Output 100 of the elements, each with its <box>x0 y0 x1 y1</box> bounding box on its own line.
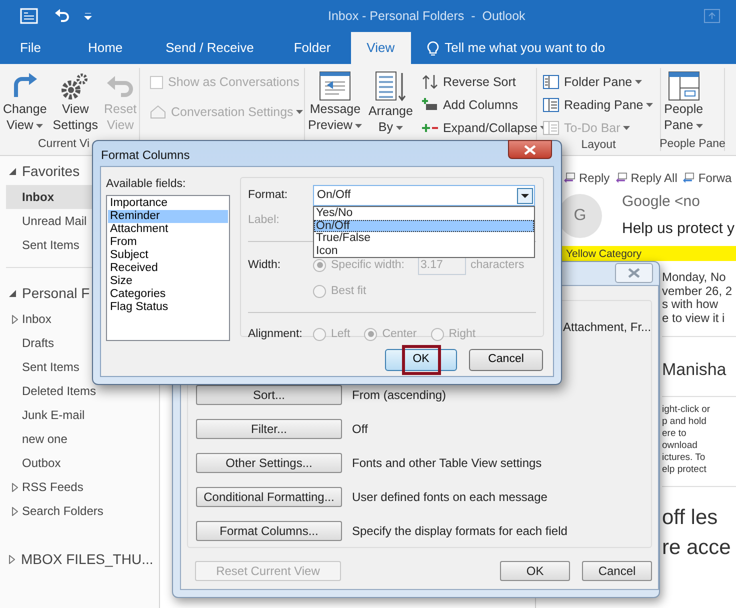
folder-item[interactable]: Outbox <box>22 454 61 472</box>
dropdown-icon[interactable] <box>84 12 92 20</box>
picture-note: p and hold <box>662 416 708 428</box>
setting-value: Fonts and other Table View settings <box>352 455 542 472</box>
list-item[interactable]: Received <box>108 262 228 275</box>
folder-item[interactable]: Search Folders <box>22 502 104 520</box>
picture-note: elp protect <box>662 464 708 476</box>
dropdown-option[interactable]: True/False <box>314 232 534 244</box>
section-heading: Favorites <box>22 162 80 180</box>
collapsed-triangle-icon[interactable] <box>9 554 15 564</box>
plus-minus-icon <box>422 123 438 133</box>
group-label: Layout <box>581 138 616 152</box>
ribbon-button[interactable]: Folder Pane <box>564 72 642 92</box>
ribbon-button[interactable]: Add Columns <box>442 96 518 114</box>
folder-item[interactable]: Drafts <box>22 334 54 352</box>
setting-value: From (ascending) <box>352 387 446 404</box>
dropdown-option[interactable]: On/Off <box>314 220 534 232</box>
dialog-button[interactable]: Cancel <box>469 349 543 371</box>
list-item[interactable]: Flag Status <box>108 301 228 314</box>
list-item[interactable]: Categories <box>108 288 228 301</box>
radio-label: Center <box>382 326 417 342</box>
folder-item[interactable]: Inbox <box>22 310 52 328</box>
settings-button[interactable]: Conditional Formatting... <box>196 487 342 507</box>
close-icon <box>628 268 640 278</box>
folder-item[interactable]: RSS Feeds <box>22 478 84 496</box>
checkbox-label: Show as Conversations <box>168 74 300 91</box>
collapsed-triangle-icon[interactable] <box>12 506 18 516</box>
toolbar-button[interactable]: Reply <box>579 169 610 187</box>
dialog-title: Format Columns <box>101 147 190 164</box>
setting-value: Specify the display formats for each field <box>352 523 568 540</box>
forward-icon <box>683 172 696 184</box>
gears-icon <box>60 71 90 101</box>
group-label: People Pane <box>660 137 726 151</box>
picture-note: ictures. To <box>662 452 706 464</box>
picture-note: ownload <box>662 440 698 452</box>
ribbon-button[interactable]: Message Preview <box>305 68 366 133</box>
close-button[interactable] <box>508 140 552 159</box>
field-label: Format: <box>248 188 289 203</box>
settings-button[interactable]: Format Columns... <box>196 521 342 541</box>
date-text: vember 26, 2 <box>662 284 734 298</box>
folder-item[interactable]: Sent Items <box>22 358 80 376</box>
list-item[interactable]: Subject <box>108 249 228 262</box>
settings-button[interactable]: Filter... <box>196 419 342 439</box>
ribbon-tab[interactable]: Home <box>64 32 146 64</box>
date-text: Monday, No <box>662 271 727 284</box>
toolbar-button[interactable]: Reply All <box>630 169 678 187</box>
ribbon-button[interactable]: Reading Pane <box>564 96 654 114</box>
intro-text: e to view it i <box>662 312 726 325</box>
folder-item[interactable]: new one <box>22 430 68 448</box>
format-dropdown[interactable]: On/Off <box>313 185 535 206</box>
ribbon-tab[interactable]: View <box>350 32 411 64</box>
ribbon-button[interactable]: View Settings <box>50 68 101 133</box>
settings-button[interactable]: Sort... <box>196 385 342 405</box>
ribbon-tab[interactable]: Send / Receive <box>146 32 274 64</box>
setting-value: User defined fonts on each message <box>352 489 548 506</box>
people-pane-icon <box>668 71 700 101</box>
pane-layout-icon <box>543 121 559 135</box>
dropdown-option[interactable]: Icon <box>314 244 534 257</box>
ribbon-button[interactable]: People Pane <box>661 68 706 133</box>
ribbon-button[interactable]: Change View <box>0 68 50 133</box>
ribbon-tab[interactable]: File <box>0 32 65 64</box>
contact-name: Manisha <box>662 359 728 381</box>
picture-note: ight-click or <box>662 404 712 416</box>
collapsed-triangle-icon[interactable] <box>12 314 18 324</box>
list-item[interactable]: Attachment <box>108 223 228 236</box>
setting-value: Off <box>352 421 368 438</box>
dialog-button[interactable]: OK <box>500 561 570 581</box>
section-heading: Personal F <box>22 284 90 302</box>
toolbar-button[interactable]: Forwa <box>698 169 732 187</box>
section-heading: MBOX FILES_THU... <box>21 550 154 569</box>
list-item[interactable]: Size <box>108 275 228 288</box>
folder-item[interactable]: Deleted Items <box>22 382 96 400</box>
list-item[interactable]: From <box>108 236 228 249</box>
message-heading: off les <box>662 504 719 530</box>
app-icon[interactable] <box>20 8 38 24</box>
radio-label: Right <box>448 326 476 342</box>
dropdown-option[interactable]: Yes/No <box>314 207 534 220</box>
picture-note: ere to <box>662 428 688 440</box>
ribbon-button[interactable]: Reverse Sort <box>442 72 516 92</box>
dialog-button[interactable]: OK <box>385 349 457 371</box>
ribbon-button[interactable]: Arrange By <box>365 68 416 135</box>
lightbulb-icon <box>426 39 439 57</box>
folder-item[interactable]: Junk E-mail <box>22 406 85 424</box>
reply-icon <box>564 172 577 184</box>
window-title: Inbox - Personal Folders - Outlook <box>328 8 526 25</box>
conversation-icon <box>150 105 166 119</box>
undo-icon[interactable] <box>54 9 70 23</box>
field-label: Alignment: <box>248 326 304 342</box>
columns-summary: Attachment, Fr... <box>563 320 652 334</box>
radio-label: Left <box>331 326 350 342</box>
expanded-triangle-icon[interactable] <box>9 168 16 174</box>
settings-button[interactable]: Other Settings... <box>196 453 342 473</box>
radio-label: Specific width: <box>331 258 405 273</box>
list-item[interactable]: Reminder <box>108 210 228 223</box>
dialog-button[interactable]: Cancel <box>582 561 652 581</box>
tell-me-search[interactable]: Tell me what you want to do <box>444 32 606 64</box>
collapsed-triangle-icon[interactable] <box>12 482 18 492</box>
ribbon-tab[interactable]: Folder <box>274 32 351 64</box>
radio-label: Best fit <box>331 284 366 300</box>
expanded-triangle-icon[interactable] <box>9 290 16 296</box>
